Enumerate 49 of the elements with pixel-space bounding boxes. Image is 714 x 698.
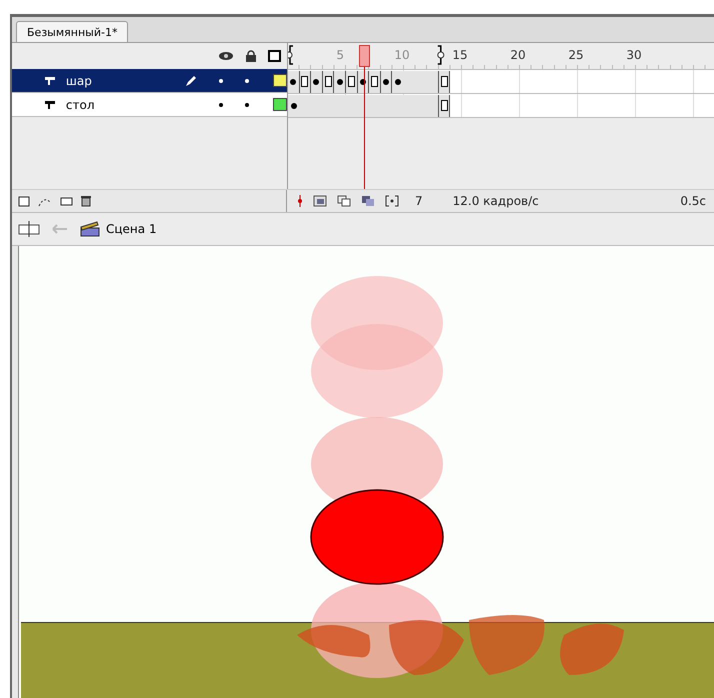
elapsed-time: 0.5с [680,194,706,208]
frame-cell[interactable] [322,70,334,92]
layer-name: стол [66,98,96,112]
frame-cell[interactable] [300,70,312,92]
frame-cell[interactable] [427,70,439,92]
layer-icon [44,100,56,110]
center-frame-icon [297,195,303,207]
frame-cell[interactable] [346,70,358,92]
frame-cell[interactable] [392,70,404,92]
frame-cell[interactable] [438,94,450,116]
visibility-dot [219,102,224,106]
frame-number: 15 [452,48,468,62]
back-arrow-icon [52,224,68,234]
frame-number: 5 [336,48,344,62]
frame-cell[interactable] [380,70,392,92]
outline-icon [268,50,281,62]
frame-number: 10 [394,48,410,62]
playhead [358,45,370,67]
layer-row[interactable]: стол [12,93,287,117]
layer-icon [44,76,56,86]
frame-rate: 12.0 кадров/с [452,194,539,208]
onion-outline-icon [337,195,351,207]
frame-cell[interactable] [369,70,381,92]
trash-icon [81,195,91,207]
frame-cell[interactable] [427,94,439,116]
edit-multiple-icon [361,195,375,207]
timeline-icon [18,221,40,237]
scene-name: Сцена 1 [106,222,157,236]
frame-cell[interactable] [288,94,300,116]
new-layer-icon [18,196,30,206]
frame-cell[interactable] [288,70,300,92]
frame-number: 30 [626,48,642,62]
clapperboard-icon [80,221,100,237]
layer-row[interactable]: шар [12,69,287,93]
visibility-dot [219,78,224,82]
onion-markers-icon [385,195,399,207]
frame-number: 20 [510,48,526,62]
layer-name: шар [66,74,93,88]
frame-cell[interactable] [438,70,450,92]
folder-icon [60,196,73,206]
eye-icon [218,51,234,61]
lock-icon [246,50,256,62]
current-frame: 7 [415,194,423,208]
document-tab[interactable]: Безымянный-1* [16,21,128,42]
lock-dot [245,78,250,82]
frame-cell[interactable] [334,70,346,92]
frame-cell[interactable] [311,70,323,92]
lock-dot [245,102,250,106]
frame-number: 25 [568,48,584,62]
